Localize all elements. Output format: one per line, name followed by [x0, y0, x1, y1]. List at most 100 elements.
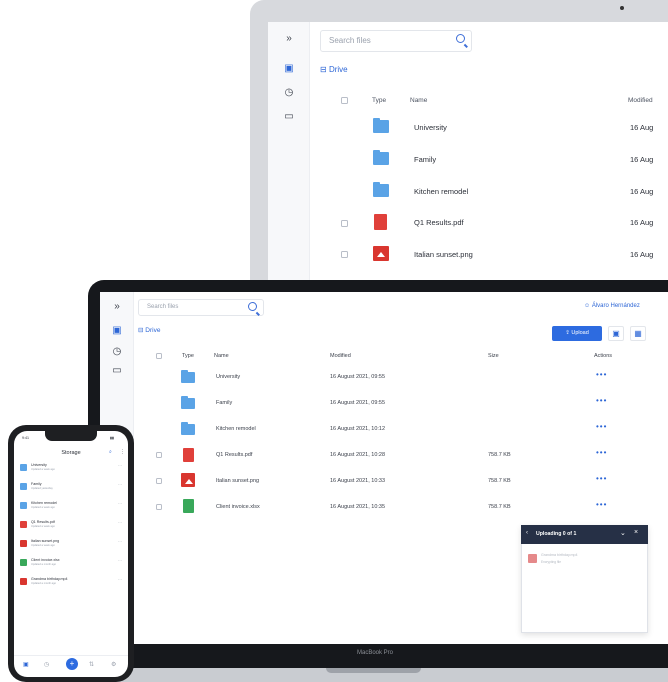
tab-settings-icon[interactable]: ⚙ — [111, 661, 116, 668]
image-file-icon — [20, 540, 27, 547]
tab-recents-icon[interactable]: ◷ — [44, 661, 49, 668]
pdf-file-icon — [20, 521, 27, 528]
pdf-file-icon — [183, 448, 194, 462]
column-header-modified[interactable]: Modified — [330, 353, 351, 359]
add-button[interactable]: + — [66, 658, 78, 670]
recents-icon[interactable]: ◷ — [111, 346, 123, 358]
row-checkbox[interactable] — [156, 452, 162, 458]
row-checkbox[interactable] — [156, 478, 162, 484]
file-name[interactable]: Kitchen remodel — [414, 187, 468, 196]
list-item-title[interactable]: University — [31, 463, 47, 467]
list-item-more-icon[interactable]: ⋯ — [118, 577, 122, 582]
video-file-icon — [20, 578, 27, 585]
file-name[interactable]: University — [216, 374, 240, 380]
file-name[interactable]: Family — [216, 400, 232, 406]
folder-icon — [181, 370, 195, 383]
file-name[interactable]: Q1 Results.pdf — [216, 452, 252, 458]
list-item-title[interactable]: Grandma birthday.mp4 — [31, 577, 68, 581]
tab-drive-icon[interactable]: ▣ — [23, 661, 29, 668]
column-header-size[interactable]: Size — [488, 353, 499, 359]
folder-icon — [373, 150, 389, 165]
collapse-chevron-icon[interactable]: ‹ — [526, 530, 528, 536]
drive-icon[interactable]: ▣ — [283, 63, 295, 75]
file-name[interactable]: Family — [414, 155, 436, 164]
column-header-name[interactable]: Name — [214, 353, 229, 359]
folder-icon — [373, 118, 389, 133]
search-icon[interactable]: ⌕ — [109, 449, 112, 455]
column-header-name[interactable]: Name — [410, 97, 427, 104]
tab-shared-icon[interactable]: ⇅ — [89, 661, 94, 668]
file-name[interactable]: Italian sunset.png — [216, 478, 259, 484]
minimize-icon[interactable]: ⌄ — [620, 529, 626, 537]
list-item-title[interactable]: Kitchen remodel — [31, 501, 57, 505]
row-actions-menu[interactable]: ••• — [596, 396, 607, 405]
devices-icon[interactable]: ▭ — [111, 365, 123, 377]
list-item-more-icon[interactable]: ⋯ — [118, 539, 122, 544]
expand-sidebar-icon[interactable]: » — [111, 301, 123, 313]
column-header-actions: Actions — [594, 353, 613, 359]
row-actions-menu[interactable]: ••• — [596, 422, 607, 431]
recents-icon[interactable]: ◷ — [283, 87, 295, 99]
phone-screen: 9:41 ▮▮ Storage ⌕ ⋮ University Updated a… — [14, 431, 128, 677]
breadcrumb[interactable]: ⊟ Drive — [320, 65, 348, 74]
column-header-type[interactable]: Type — [182, 353, 194, 359]
search-icon[interactable] — [456, 34, 465, 43]
list-item-subtitle: Updated a week ago — [31, 525, 55, 528]
more-options-icon[interactable]: ⋮ — [120, 449, 125, 455]
user-menu[interactable]: ☺ Álvaro Hernández — [584, 303, 640, 309]
list-item-title[interactable]: Client invoice.xlsx — [31, 558, 60, 562]
row-checkbox[interactable] — [156, 504, 162, 510]
column-header-modified[interactable]: Modified — [628, 97, 653, 104]
expand-sidebar-icon[interactable]: » — [283, 33, 295, 45]
file-name[interactable]: Italian sunset.png — [414, 250, 473, 259]
upload-button[interactable]: ⇪ Upload — [552, 326, 602, 341]
select-all-checkbox[interactable] — [341, 97, 348, 104]
file-modified: 16 Aug — [630, 250, 654, 259]
status-battery-icon: ▮▮ — [110, 436, 114, 440]
status-time: 9:41 — [22, 436, 29, 440]
list-item-more-icon[interactable]: ⋯ — [118, 501, 122, 506]
row-actions-menu[interactable]: ••• — [596, 500, 607, 509]
list-item-more-icon[interactable]: ⋯ — [118, 482, 122, 487]
search-placeholder: Search files — [329, 36, 371, 45]
select-all-checkbox[interactable] — [156, 353, 162, 359]
file-name[interactable]: Q1 Results.pdf — [414, 218, 464, 227]
drive-icon[interactable]: ▣ — [111, 325, 123, 337]
list-item-more-icon[interactable]: ⋯ — [118, 520, 122, 525]
file-name[interactable]: Kitchen remodel — [216, 426, 256, 432]
row-checkbox[interactable] — [341, 251, 348, 258]
new-folder-button[interactable]: ▣ — [608, 326, 624, 341]
list-item-more-icon[interactable]: ⋯ — [118, 558, 122, 563]
search-input[interactable]: Search files — [320, 30, 472, 52]
devices-icon[interactable]: ▭ — [283, 111, 295, 123]
folder-icon — [20, 502, 27, 509]
close-icon[interactable]: × — [634, 529, 638, 536]
spreadsheet-file-icon — [183, 499, 194, 513]
list-item-subtitle: Updated a month ago — [31, 582, 56, 585]
file-name[interactable]: Client invoice.xlsx — [216, 504, 260, 510]
list-item-title[interactable]: Italian sunset.png — [31, 539, 59, 543]
folder-icon — [20, 464, 27, 471]
file-modified: 16 August 2021, 10:33 — [330, 478, 386, 484]
list-item-title[interactable]: Family — [31, 482, 42, 486]
list-item-more-icon[interactable]: ⋯ — [118, 463, 122, 468]
list-item-title[interactable]: Q1 Results.pdf — [31, 520, 55, 524]
breadcrumb-label: Drive — [145, 327, 161, 334]
row-checkbox[interactable] — [341, 220, 348, 227]
search-icon[interactable] — [248, 302, 257, 311]
search-input[interactable]: Search files — [138, 299, 264, 316]
video-file-icon — [528, 554, 537, 563]
breadcrumb[interactable]: ⊟ Drive — [138, 326, 160, 334]
grid-view-button[interactable]: ▦ — [630, 326, 646, 341]
file-name[interactable]: University — [414, 123, 447, 132]
grid-view-icon: ▦ — [634, 329, 642, 338]
file-modified: 16 August 2021, 09:55 — [330, 400, 386, 406]
column-header-type[interactable]: Type — [372, 97, 386, 104]
list-item-subtitle: Updated yesterday — [31, 487, 53, 490]
imac-screen: » ▣ ◷ ▭ Search files ⊟ Drive Type Name M… — [268, 22, 668, 300]
row-actions-menu[interactable]: ••• — [596, 448, 607, 457]
row-actions-menu[interactable]: ••• — [596, 370, 607, 379]
pdf-file-icon — [374, 214, 387, 230]
row-actions-menu[interactable]: ••• — [596, 474, 607, 483]
breadcrumb-label: Drive — [328, 65, 348, 74]
